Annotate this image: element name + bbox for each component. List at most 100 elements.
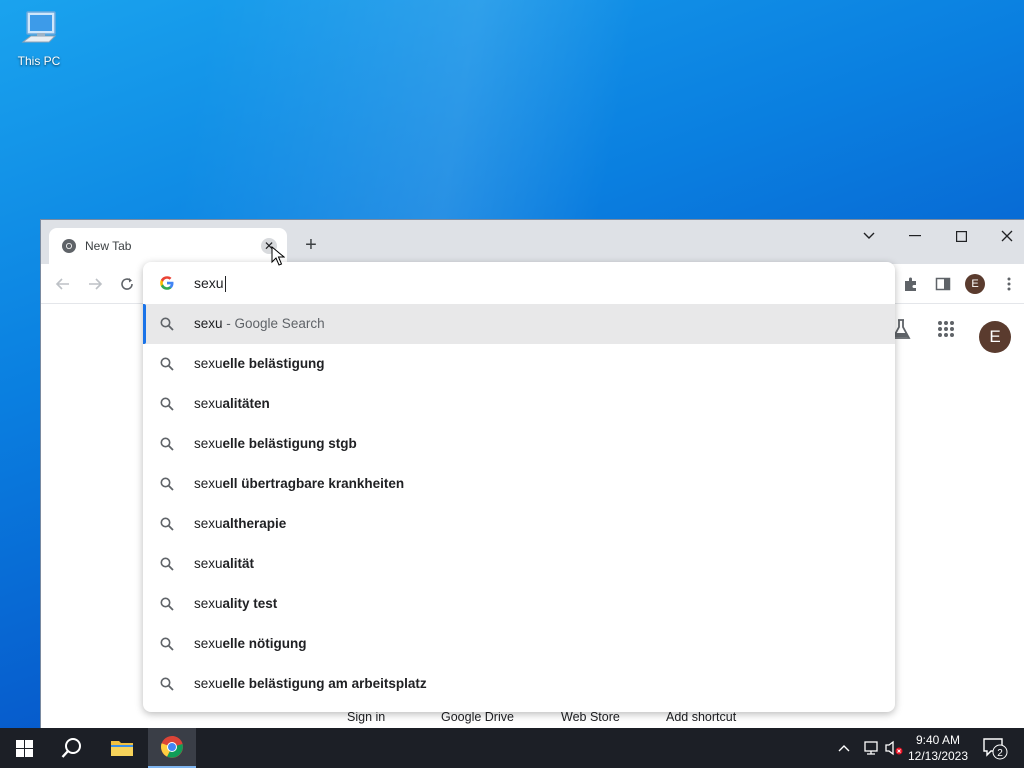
mouse-cursor-icon	[271, 246, 285, 266]
suggestion-item[interactable]: sexuelle nötigung	[143, 624, 895, 664]
chevron-up-icon	[838, 745, 850, 752]
suggestion-completion: elle belästigung stgb	[222, 436, 357, 451]
more-vert-icon	[1007, 277, 1011, 291]
side-panel-icon	[935, 277, 951, 291]
search-button[interactable]	[48, 728, 96, 768]
file-explorer-button[interactable]	[98, 728, 146, 768]
suggestion-item[interactable]: sexuelle belästigung stgb	[143, 424, 895, 464]
shortcut-sign-in[interactable]: Sign in	[347, 710, 385, 724]
suggestion-list: sexu - Google Search sexuelle belästigun…	[143, 304, 895, 704]
windows-logo-icon	[15, 739, 33, 757]
close-window-button[interactable]	[985, 222, 1024, 250]
suggestion-item[interactable]: sexuelle belästigung am arbeitsplatz	[143, 664, 895, 704]
search-icon	[160, 357, 174, 371]
search-icon	[160, 477, 174, 491]
suggestion-item[interactable]: sexu - Google Search	[143, 304, 895, 344]
side-panel-button[interactable]	[931, 272, 955, 296]
arrow-left-icon	[55, 278, 69, 290]
suggestion-typed: sexu	[194, 636, 223, 651]
suggestion-typed: sexu	[194, 556, 223, 571]
search-icon	[160, 317, 174, 331]
reload-button[interactable]	[115, 272, 139, 296]
notification-icon: 2	[983, 738, 1008, 760]
ntp-account-button[interactable]: E	[979, 321, 1011, 353]
minimize-icon	[909, 235, 921, 237]
tab-search-button[interactable]	[847, 222, 891, 250]
taskbar: 9:40 AM 12/13/2023 2	[0, 728, 1024, 768]
desktop-background	[0, 0, 1024, 230]
chevron-down-icon	[863, 232, 875, 239]
chrome-icon	[62, 239, 76, 253]
tab-new-tab[interactable]: New Tab ✕	[49, 228, 287, 264]
suggestion-query: sexu	[194, 316, 223, 331]
avatar: E	[979, 321, 1011, 353]
volume-muted-icon	[885, 740, 903, 756]
tab-strip: New Tab ✕ +	[41, 220, 1024, 264]
search-icon	[160, 557, 174, 571]
start-button[interactable]	[0, 728, 48, 768]
suggestion-item[interactable]: sexualitäten	[143, 384, 895, 424]
suggestion-item[interactable]: sexuality test	[143, 584, 895, 624]
search-icon	[160, 517, 174, 531]
google-apps-button[interactable]	[937, 320, 955, 343]
reload-icon	[121, 278, 133, 290]
google-g-icon	[160, 276, 174, 290]
omnibox-text: sexu	[194, 275, 224, 291]
suggestion-completion: alität	[222, 556, 255, 571]
notification-count: 2	[997, 748, 1003, 759]
suggestion-completion: elle belästigung am arbeitsplatz	[222, 676, 427, 691]
volume-button[interactable]	[884, 728, 904, 768]
tab-title: New Tab	[85, 239, 132, 253]
arrow-right-icon	[89, 278, 103, 290]
text-caret	[224, 276, 226, 293]
forward-button[interactable]	[83, 272, 107, 296]
computer-icon	[21, 11, 57, 43]
maximize-icon	[955, 230, 967, 242]
taskbar-clock[interactable]: 9:40 AM 12/13/2023	[904, 732, 972, 764]
suggestion-suffix: - Google Search	[222, 316, 325, 331]
suggestion-typed: sexu	[194, 396, 223, 411]
suggestion-completion: ality test	[222, 596, 278, 611]
desktop-icon-this-pc[interactable]: This PC	[10, 8, 68, 68]
search-icon	[160, 597, 174, 611]
search-icon	[160, 677, 174, 691]
shortcut-web-store[interactable]: Web Store	[561, 710, 620, 724]
close-icon	[1001, 230, 1013, 242]
avatar: E	[965, 274, 985, 294]
suggestion-item[interactable]: sexualität	[143, 544, 895, 584]
maximize-button[interactable]	[939, 222, 983, 250]
notification-center-button[interactable]: 2	[982, 728, 1008, 768]
suggestion-completion: altherapie	[222, 516, 287, 531]
back-button[interactable]	[51, 272, 75, 296]
suggestion-item[interactable]: sexuell übertragbare krankheiten	[143, 464, 895, 504]
network-button[interactable]	[862, 728, 880, 768]
shortcut-google-drive[interactable]: Google Drive	[441, 710, 514, 724]
omnibox-input[interactable]: sexu	[143, 262, 895, 304]
puzzle-icon	[905, 277, 916, 291]
new-tab-button[interactable]: +	[299, 233, 323, 257]
suggestion-typed: sexu	[194, 436, 223, 451]
clock-date: 12/13/2023	[907, 749, 969, 763]
minimize-button[interactable]	[893, 222, 937, 250]
profile-button[interactable]: E	[963, 272, 987, 296]
suggestion-completion: alitäten	[222, 396, 270, 411]
search-icon	[160, 637, 174, 651]
suggestion-item[interactable]: sexualtherapie	[143, 504, 895, 544]
chrome-taskbar-button[interactable]	[148, 728, 196, 768]
shortcut-add-shortcut[interactable]: Add shortcut	[666, 710, 736, 724]
menu-button[interactable]	[997, 272, 1021, 296]
suggestion-typed: sexu	[194, 356, 223, 371]
show-hidden-icons-button[interactable]	[838, 728, 850, 768]
apps-grid-icon	[938, 321, 954, 337]
suggestion-completion: elle belästigung	[222, 356, 325, 371]
suggestion-typed: sexu	[194, 676, 223, 691]
omnibox-popup: sexu sexu - Google Search sexuelle beläs…	[143, 262, 895, 712]
suggestion-typed: sexu	[194, 476, 223, 491]
suggestion-typed: sexu	[194, 596, 223, 611]
suggestion-completion: elle nötigung	[222, 636, 307, 651]
search-icon	[160, 437, 174, 451]
suggestion-item[interactable]: sexuelle belästigung	[143, 344, 895, 384]
extensions-button[interactable]	[899, 272, 923, 296]
folder-icon	[111, 741, 133, 756]
suggestion-typed: sexu	[194, 516, 223, 531]
